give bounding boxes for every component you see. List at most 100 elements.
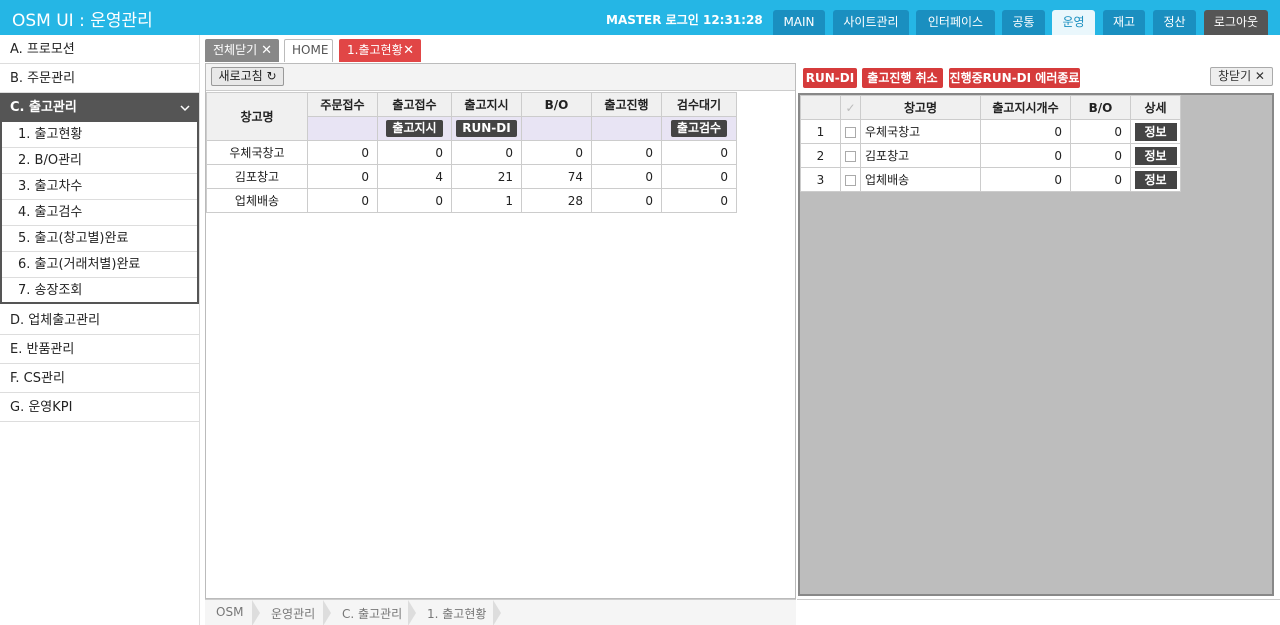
run-di-button[interactable]: RUN-DI [456, 120, 517, 137]
info-button[interactable]: 정보 [1134, 122, 1177, 141]
top-bar: OSM UI : 운영관리 MASTER 로그인 12:31:28 MAIN 사… [0, 0, 1280, 35]
info-button[interactable]: 정보 [1134, 170, 1177, 189]
header-action-cell [591, 116, 662, 141]
header-action-cell: RUN-DI [451, 116, 522, 141]
topnav-common[interactable]: 공통 [1002, 10, 1045, 35]
row-checkbox[interactable] [845, 150, 856, 162]
submenu-item-shipping-batch[interactable]: 3. 출고차수 [2, 174, 197, 200]
header-action-cell: 출고검수 [661, 116, 737, 141]
topnav-operation[interactable]: 운영 [1052, 10, 1095, 35]
row-checkbox[interactable] [845, 174, 856, 186]
logout-button[interactable]: 로그아웃 [1204, 10, 1268, 35]
table-cell: 0 [307, 188, 378, 213]
tab-shipping-status[interactable]: 1.출고현황 ✕ [339, 39, 421, 62]
table-cell: 0 [591, 164, 662, 189]
breadcrumb-item[interactable]: OSM [216, 605, 243, 619]
sidebar: A. 프로모션 B. 주문관리 C. 출고관리 1. 출고현황 2. B/O관리… [0, 35, 200, 625]
warehouse-name: 업체배송 [206, 188, 308, 213]
sidebar-item-kpi[interactable]: G. 운영KPI [0, 393, 199, 422]
table-cell: 0 [661, 164, 737, 189]
table-cell: 0 [591, 140, 662, 165]
topnav-interface[interactable]: 인터페이스 [916, 10, 995, 35]
breadcrumb-item[interactable]: 1. 출고현황 [427, 605, 486, 622]
table-row[interactable]: 3 업체배송 0 0 정보 [800, 167, 1181, 192]
row-checkbox-cell [840, 143, 861, 168]
sidebar-item-promotion[interactable]: A. 프로모션 [0, 35, 199, 64]
row-checkbox[interactable] [845, 126, 856, 138]
sidebar-item-orders[interactable]: B. 주문관리 [0, 64, 199, 93]
tab-close-all[interactable]: 전체닫기 ✕ [205, 39, 279, 62]
cancel-shipping-button[interactable]: 출고진행 취소 [862, 68, 943, 88]
sidebar-item-vendor-shipping[interactable]: D. 업체출고관리 [0, 306, 199, 335]
shipping-summary-table: 창고명 주문접수 출고접수 출고지시 B/O 출고진행 검수대기 출고지시 RU… [206, 92, 737, 213]
run-di-red-button[interactable]: RUN-DI [803, 68, 857, 88]
breadcrumb: OSM 운영관리 C. 출고관리 1. 출고현황 [205, 599, 796, 625]
table-row[interactable]: 2 김포창고 0 0 정보 [800, 143, 1181, 168]
table-cell: 0 [307, 140, 378, 165]
column-header: 검수대기 [661, 92, 737, 117]
close-icon[interactable]: ✕ [261, 40, 272, 61]
topnav-inventory[interactable]: 재고 [1103, 10, 1145, 35]
ship-inspect-button[interactable]: 출고검수 [670, 120, 728, 137]
app-title: OSM UI : 운영관리 [12, 11, 153, 31]
run-di-grid: ✓ 창고명 출고지시개수 B/O 상세 1 우체국창고 0 0 정보 2 김포창… [798, 93, 1274, 596]
column-header: 창고명 [206, 92, 308, 141]
table-row[interactable]: 김포창고 0 4 21 74 0 0 [206, 164, 737, 189]
topnav-main[interactable]: MAIN [773, 10, 825, 35]
breadcrumb-separator [493, 600, 501, 625]
column-header: 상세 [1130, 95, 1181, 120]
info-button[interactable]: 정보 [1134, 146, 1177, 165]
sidebar-item-returns[interactable]: E. 반품관리 [0, 335, 199, 364]
shipping-submenu: 1. 출고현황 2. B/O관리 3. 출고차수 4. 출고검수 5. 출고(창… [0, 122, 199, 304]
run-di-error-stop-button[interactable]: 진행중RUN-DI 에러종료 [949, 68, 1080, 88]
ship-instruct-button[interactable]: 출고지시 [386, 120, 443, 137]
table-row[interactable]: 우체국창고 0 0 0 0 0 0 [206, 140, 737, 165]
run-di-panel: RUN-DI 출고진행 취소 진행중RUN-DI 에러종료 창닫기 ✕ ✓ 창고… [797, 63, 1280, 625]
header-action-cell: 출고지시 [377, 116, 452, 141]
detail-cell: 정보 [1130, 119, 1181, 144]
column-header: B/O [521, 92, 592, 117]
breadcrumb-separator [408, 600, 416, 625]
panel-footer [797, 599, 1280, 625]
sidebar-item-shipping[interactable]: C. 출고관리 [0, 93, 199, 122]
warehouse-name: 우체국창고 [206, 140, 308, 165]
table-cell: 0 [661, 188, 737, 213]
sidebar-item-label: C. 출고관리 [10, 100, 77, 115]
table-row[interactable]: 업체배송 0 0 1 28 0 0 [206, 188, 737, 213]
row-index: 1 [800, 119, 841, 144]
check-icon: ✓ [845, 100, 856, 115]
table-cell: 0 [521, 140, 592, 165]
breadcrumb-item[interactable]: 운영관리 [271, 605, 315, 622]
select-all-checkbox[interactable]: ✓ [840, 95, 861, 120]
table-cell: 0 [377, 188, 452, 213]
topnav-settlement[interactable]: 정산 [1153, 10, 1196, 35]
submenu-item-complete-by-warehouse[interactable]: 5. 출고(창고별)완료 [2, 226, 197, 252]
topnav-site-admin[interactable]: 사이트관리 [833, 10, 909, 35]
sidebar-item-cs[interactable]: F. CS관리 [0, 364, 199, 393]
table-row[interactable]: 1 우체국창고 0 0 정보 [800, 119, 1181, 144]
refresh-button[interactable]: 새로고침 ↻ [211, 67, 284, 86]
submenu-item-complete-by-client[interactable]: 6. 출고(거래처별)완료 [2, 252, 197, 278]
close-window-button[interactable]: 창닫기 ✕ [1210, 67, 1273, 86]
shipping-summary-panel: 새로고침 ↻ 창고명 주문접수 출고접수 출고지시 B/O 출고진행 검수대기 … [205, 63, 796, 599]
table-cell: 0 [451, 140, 522, 165]
submenu-item-shipping-inspection[interactable]: 4. 출고검수 [2, 200, 197, 226]
row-index: 2 [800, 143, 841, 168]
submenu-item-shipping-status[interactable]: 1. 출고현황 [2, 122, 197, 148]
table-cell: 0 [980, 167, 1071, 192]
header-action-cell [307, 116, 378, 141]
tab-home[interactable]: HOME [284, 39, 333, 62]
table-cell: 4 [377, 164, 452, 189]
table-cell: 1 [451, 188, 522, 213]
table-cell: 0 [1070, 143, 1131, 168]
chevron-down-icon [179, 93, 191, 122]
close-icon[interactable]: ✕ [403, 40, 414, 61]
submenu-item-bo-management[interactable]: 2. B/O관리 [2, 148, 197, 174]
breadcrumb-item[interactable]: C. 출고관리 [342, 605, 402, 622]
column-header: 출고접수 [377, 92, 452, 117]
column-header: 창고명 [860, 95, 981, 120]
submenu-item-invoice-lookup[interactable]: 7. 송장조회 [2, 278, 197, 304]
warehouse-name: 김포창고 [860, 143, 981, 168]
breadcrumb-separator [323, 600, 331, 625]
tab-label: HOME [292, 43, 329, 57]
